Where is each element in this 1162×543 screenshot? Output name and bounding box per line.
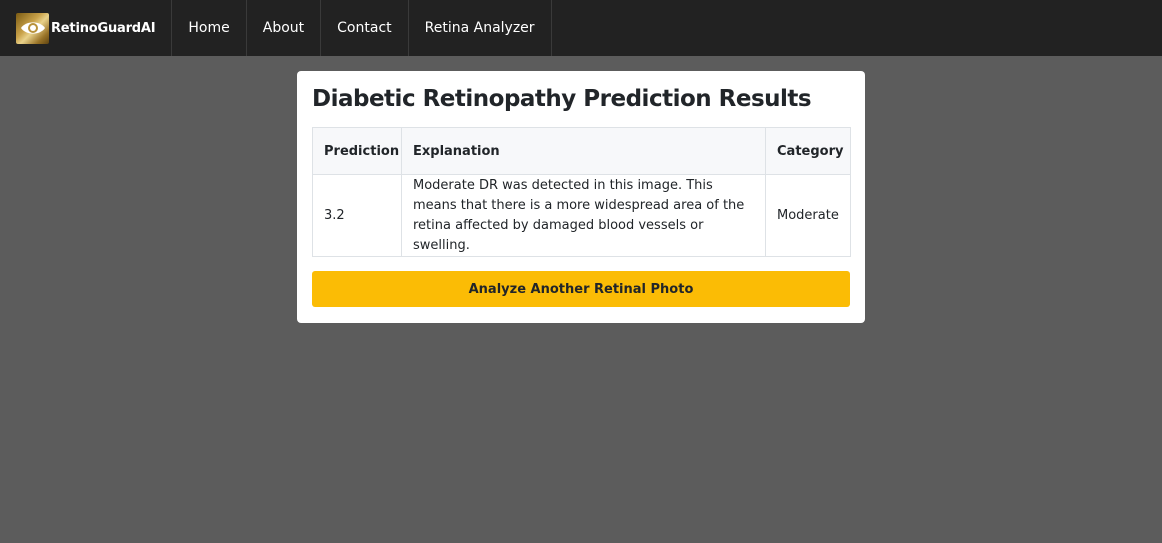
table-header-row: Prediction Explanation Category	[312, 127, 851, 175]
prediction-value: 3.2	[312, 174, 402, 257]
explanation-text: Moderate DR was detected in this image. …	[401, 174, 766, 257]
brand-name: RetinoGuardAI	[51, 20, 156, 36]
column-header-category: Category	[765, 127, 851, 175]
eye-logo-icon	[16, 12, 49, 44]
brand-link[interactable]: RetinoGuardAI	[0, 0, 173, 56]
page-title: Diabetic Retinopathy Prediction Results	[312, 86, 812, 112]
analyze-another-button[interactable]: Analyze Another Retinal Photo	[312, 271, 850, 307]
navbar: RetinoGuardAI Home About Contact Retina …	[0, 0, 1162, 56]
nav-link-retina-analyzer[interactable]: Retina Analyzer	[409, 0, 552, 56]
category-value: Moderate	[765, 174, 851, 257]
nav-link-about[interactable]: About	[247, 0, 322, 56]
results-table: Prediction Explanation Category 3.2 Mode…	[312, 127, 851, 257]
results-card: Diabetic Retinopathy Prediction Results …	[297, 71, 865, 323]
nav-link-home[interactable]: Home	[172, 0, 247, 56]
column-header-prediction: Prediction	[312, 127, 402, 175]
column-header-explanation: Explanation	[401, 127, 766, 175]
nav-link-contact[interactable]: Contact	[321, 0, 409, 56]
table-row: 3.2 Moderate DR was detected in this ima…	[312, 174, 851, 257]
